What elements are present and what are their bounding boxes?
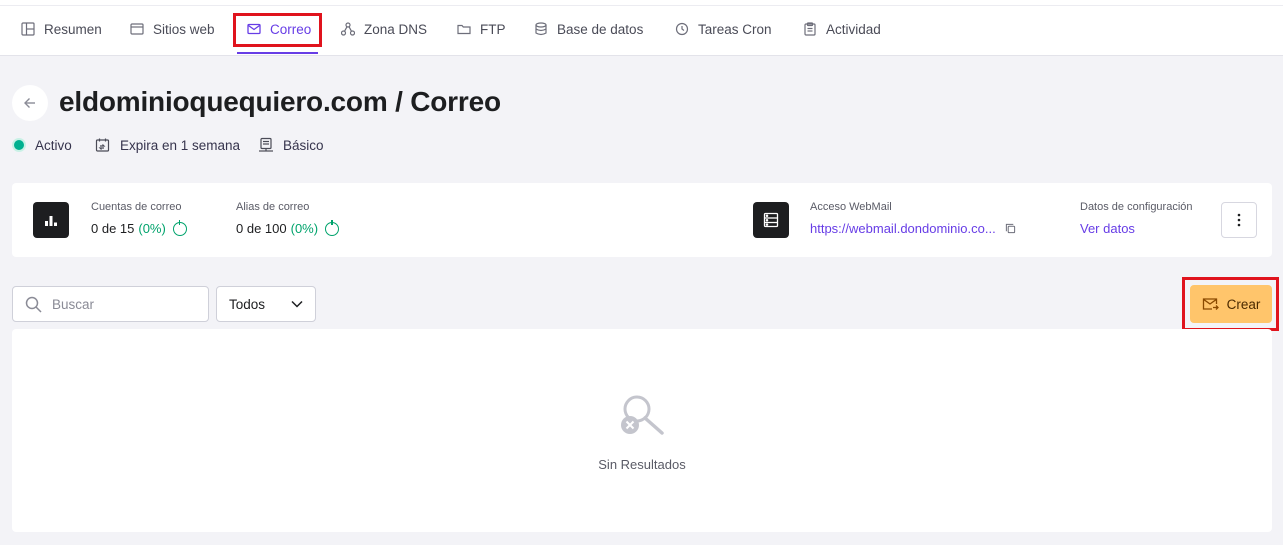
back-button[interactable] <box>12 85 48 121</box>
search-field[interactable] <box>12 286 209 322</box>
more-vertical-icon <box>1237 213 1241 227</box>
status-dot-icon <box>12 138 26 152</box>
create-button[interactable]: Crear <box>1190 285 1272 323</box>
stats-card: Cuentas de correo 0 de 15 (0%) Alias de … <box>12 183 1272 257</box>
expiry-label: Expira en 1 semana <box>120 137 241 153</box>
tab-tareas-cron[interactable]: Tareas Cron <box>675 18 772 40</box>
email-accounts-percent: (0%) <box>138 221 166 236</box>
network-icon <box>341 22 355 36</box>
browser-icon <box>130 23 144 35</box>
tab-sitios-web[interactable]: Sitios web <box>130 18 215 40</box>
no-results-text: Sin Resultados <box>598 457 686 472</box>
email-aliases-value: 0 de 100 (0%) <box>236 219 340 236</box>
divider <box>0 5 1283 6</box>
tab-zona-dns[interactable]: Zona DNS <box>341 18 427 40</box>
tab-base-de-datos[interactable]: Base de datos <box>534 18 643 40</box>
email-accounts-count: 0 de 15 <box>91 221 135 236</box>
tab-label: Resumen <box>44 21 102 37</box>
bar-chart-icon <box>33 202 69 238</box>
config-value: Ver datos <box>1080 221 1135 236</box>
clock-icon <box>675 22 689 36</box>
tab-bar: Resumen Sitios web Correo Zona DNS FTP B… <box>0 0 1283 56</box>
status-expiry: Expira en 1 semana <box>95 136 240 154</box>
email-accounts-label: Cuentas de correo <box>91 201 182 213</box>
page-title: eldominioquequiero.com / Correo <box>59 86 501 117</box>
status-active: Activo <box>12 136 72 154</box>
search-no-results-icon <box>621 395 664 435</box>
filter-select[interactable]: Todos <box>216 286 316 322</box>
active-tab-indicator <box>237 52 318 54</box>
email-aliases-label: Alias de correo <box>236 201 310 213</box>
tab-label: FTP <box>480 21 506 37</box>
tab-label: Base de datos <box>557 21 644 37</box>
plan-label: Básico <box>283 137 324 153</box>
tab-label: Tareas Cron <box>698 21 772 37</box>
power-icon <box>325 219 340 236</box>
webmail-value: https://webmail.dondominio.co... <box>810 221 1016 236</box>
status-label: Activo <box>35 137 72 153</box>
tab-ftp[interactable]: FTP <box>457 18 506 40</box>
tab-correo[interactable]: Correo <box>247 18 311 40</box>
mail-icon <box>247 23 261 35</box>
search-input[interactable] <box>52 296 192 312</box>
chevron-down-icon <box>291 300 303 308</box>
tab-actividad[interactable]: Actividad <box>803 18 881 40</box>
clipboard-icon <box>804 22 816 36</box>
tab-resumen[interactable]: Resumen <box>21 18 102 40</box>
tab-label: Actividad <box>826 21 881 37</box>
copy-icon[interactable] <box>1005 223 1016 234</box>
tab-label: Sitios web <box>153 21 215 37</box>
status-plan: Básico <box>258 136 324 154</box>
mail-send-icon <box>1202 298 1219 310</box>
arrow-left-icon <box>24 98 35 108</box>
results-panel: Sin Resultados <box>12 329 1272 532</box>
more-options-button[interactable] <box>1221 202 1257 238</box>
webmail-link[interactable]: https://webmail.dondominio.co... <box>810 221 996 236</box>
email-accounts-value: 0 de 15 (0%) <box>91 219 187 236</box>
webmail-label: Acceso WebMail <box>810 201 892 213</box>
server-icon <box>259 137 273 152</box>
email-aliases-count: 0 de 100 <box>236 221 287 236</box>
calendar-refresh-icon <box>95 138 110 152</box>
filter-selected-value: Todos <box>229 296 266 312</box>
tab-label: Zona DNS <box>364 21 428 37</box>
folder-icon <box>457 24 471 35</box>
database-icon <box>535 22 547 36</box>
create-button-label: Crear <box>1226 296 1261 312</box>
server-list-icon <box>753 202 789 238</box>
tab-label: Correo <box>270 21 312 37</box>
power-icon <box>172 219 187 236</box>
view-config-link[interactable]: Ver datos <box>1080 221 1135 236</box>
layout-icon <box>21 22 35 36</box>
config-label: Datos de configuración <box>1080 201 1193 213</box>
search-icon <box>25 296 42 313</box>
email-aliases-percent: (0%) <box>290 221 319 236</box>
